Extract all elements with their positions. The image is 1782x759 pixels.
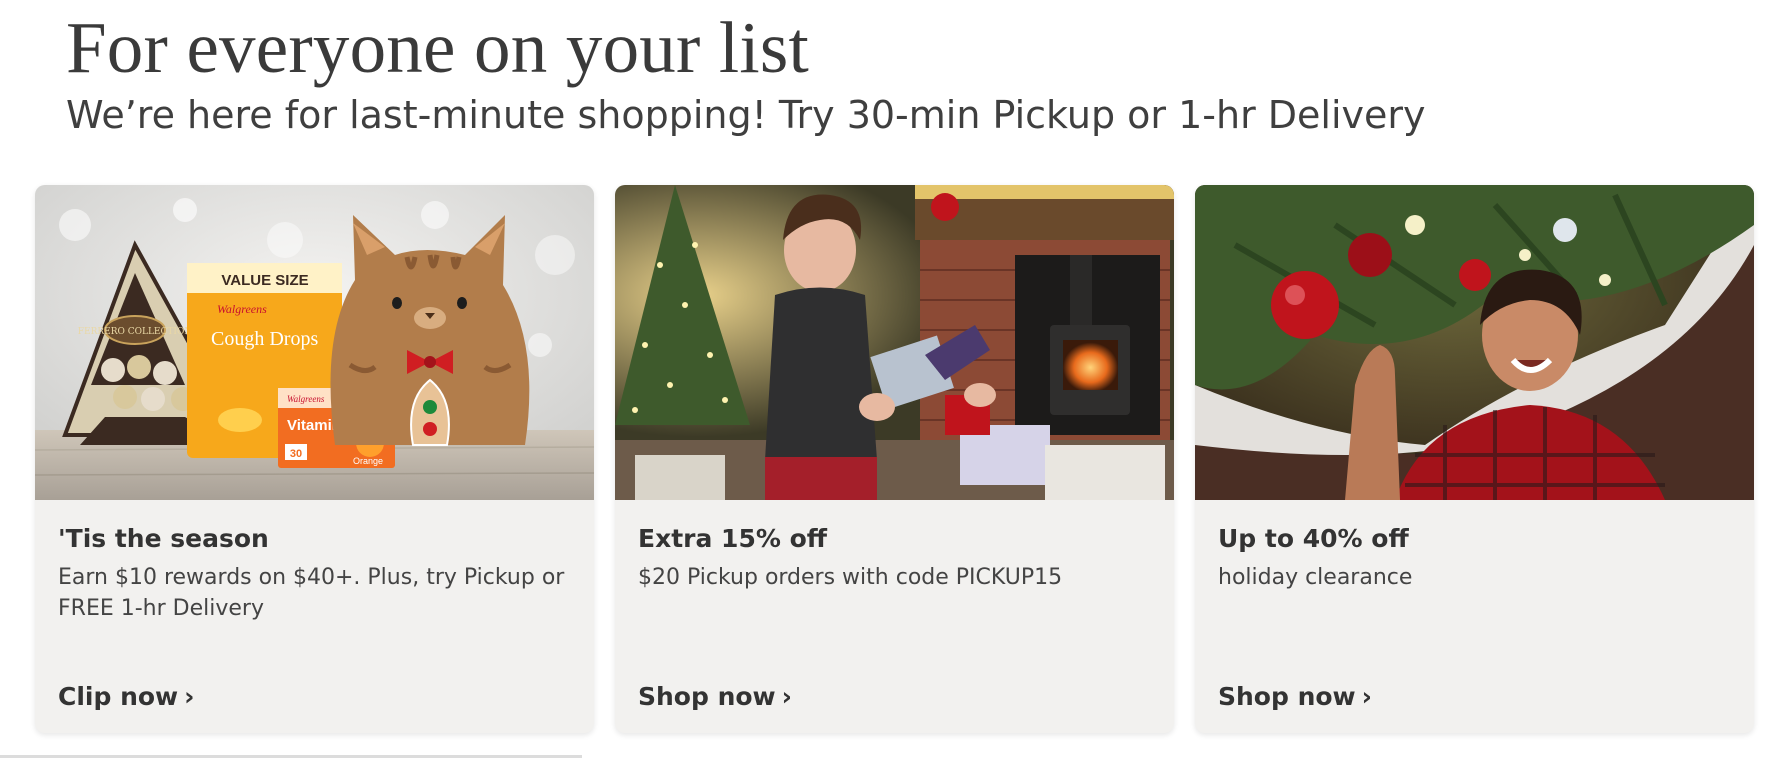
- card-description: Earn $10 rewards on $40+. Plus, try Pick…: [58, 565, 565, 621]
- page-title: For everyone on your list: [66, 7, 809, 88]
- shop-now-link[interactable]: Shop now ›: [1218, 682, 1372, 711]
- value-size-label: VALUE SIZE: [221, 272, 308, 289]
- ferrero-label: FERRERO COLLECTION: [78, 327, 193, 337]
- svg-text:30: 30: [290, 448, 302, 460]
- shop-now-link[interactable]: Shop now ›: [638, 682, 792, 711]
- promo-card-up-to-40-off[interactable]: Up to 40% off holiday clearance Shop now…: [1195, 185, 1754, 733]
- child-under-christmas-tree-photo[interactable]: [1195, 185, 1754, 500]
- card-heading: Up to 40% off: [1218, 524, 1409, 553]
- cough-drops-label: Cough Drops: [211, 328, 318, 350]
- card-description: $20 Pickup orders with code PICKUP15: [638, 565, 1063, 590]
- svg-text:Orange: Orange: [353, 456, 383, 466]
- card-heading: Extra 15% off: [638, 524, 828, 553]
- page-subtitle: We’re here for last-minute shopping! Try…: [66, 93, 1426, 137]
- clip-now-link[interactable]: Clip now ›: [58, 682, 194, 711]
- walgreens-brand-label: Walgreens: [217, 302, 267, 316]
- cta-label: Shop now: [638, 682, 776, 711]
- holiday-gifts-product-image[interactable]: FERRERO COLLECTION VALUE SIZE Walgreens …: [35, 185, 594, 500]
- promo-cards: FERRERO COLLECTION VALUE SIZE Walgreens …: [35, 185, 1755, 733]
- promo-card-tis-the-season[interactable]: FERRERO COLLECTION VALUE SIZE Walgreens …: [35, 185, 594, 733]
- chevron-right-icon: ›: [781, 682, 792, 711]
- section-divider: [0, 755, 582, 758]
- cta-label: Shop now: [1218, 682, 1356, 711]
- chevron-right-icon: ›: [184, 682, 195, 711]
- boy-opening-gift-photo[interactable]: [615, 185, 1174, 500]
- promo-card-extra-15-off[interactable]: Extra 15% off $20 Pickup orders with cod…: [615, 185, 1174, 733]
- card-heading: 'Tis the season: [58, 524, 269, 553]
- svg-text:Walgreens: Walgreens: [287, 394, 325, 404]
- chevron-right-icon: ›: [1361, 682, 1372, 711]
- card-description: holiday clearance: [1218, 565, 1413, 590]
- cta-label: Clip now: [58, 682, 179, 711]
